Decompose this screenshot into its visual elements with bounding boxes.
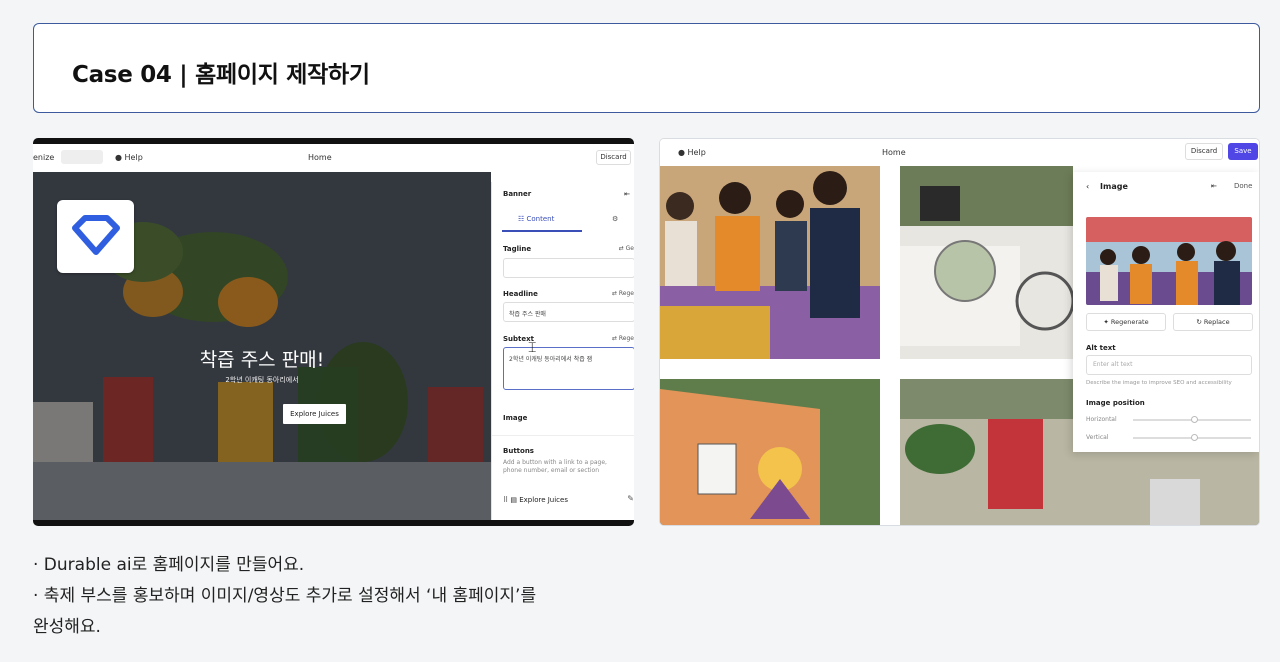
refresh-icon: ↻ xyxy=(1196,318,1202,326)
vertical-slider-knob[interactable] xyxy=(1190,434,1198,441)
save-button[interactable]: Save xyxy=(1228,143,1258,160)
tab-indicator xyxy=(502,230,582,232)
done-button[interactable]: Done xyxy=(1234,182,1252,190)
divider xyxy=(492,435,634,436)
subtext-regenerate[interactable]: ⇄ Rege xyxy=(612,335,634,342)
gallery-image-truck[interactable] xyxy=(660,379,880,525)
discard-button[interactable]: Discard xyxy=(596,150,631,165)
sparkle-icon: ✦ xyxy=(1103,318,1109,326)
headline-label: Headline xyxy=(503,290,538,298)
discard-button[interactable]: Discard xyxy=(1185,143,1223,160)
tab-content[interactable]: ☷ Content xyxy=(518,215,554,223)
headline-input[interactable]: 착즙 주스 판매 xyxy=(503,302,634,322)
page-selector[interactable]: Home xyxy=(308,153,332,162)
help-icon: ● xyxy=(678,148,685,157)
customize-label: enize xyxy=(33,153,55,162)
hero-heading[interactable]: 착즙 주스 판매! xyxy=(33,345,491,372)
subtext-textarea[interactable]: 2학년 이캐팅 동아리에서 착즙 잼 xyxy=(503,347,634,390)
editor-topbar: enize ● Help Home Discard xyxy=(33,144,634,172)
diamond-logo-icon xyxy=(72,215,120,255)
page-selector[interactable]: Home xyxy=(882,148,906,157)
image-edit-panel: ‹ Image ⇤ Done ✦ Regenerate ↻ Replace Al… xyxy=(1073,172,1259,452)
gallery-image-students[interactable] xyxy=(660,166,880,359)
alt-text-input[interactable]: Enter alt text xyxy=(1086,355,1252,375)
alt-text-label: Alt text xyxy=(1086,344,1116,352)
right-screenshot: ● Help Home Discard Save ‹ Image ⇤ Done … xyxy=(659,138,1260,526)
drag-handle-icon[interactable]: ⠿ xyxy=(503,496,508,504)
image-label: Image xyxy=(503,414,528,422)
horizontal-label: Horizontal xyxy=(1086,416,1117,423)
image-position-label: Image position xyxy=(1086,399,1145,407)
help-icon: ● xyxy=(115,153,122,162)
button-icon: ▤ xyxy=(510,496,517,504)
collapse-icon[interactable]: ⇤ xyxy=(624,190,630,198)
title-card: Case 04 | 홈페이지 제작하기 xyxy=(33,23,1260,113)
explore-juices-button[interactable]: Explore Juices xyxy=(283,404,346,424)
vertical-label: Vertical xyxy=(1086,434,1109,441)
tagline-generate[interactable]: ⇄ Ge xyxy=(619,245,634,252)
students-photo xyxy=(660,166,880,359)
logo-badge[interactable] xyxy=(57,200,134,273)
buttons-hint: Add a button with a link to a page, phon… xyxy=(503,459,607,475)
gallery-image-bike-stand[interactable] xyxy=(900,166,1073,359)
left-screenshot: enize ● Help Home Discard 착즙 주스 판매! 2학년 … xyxy=(33,138,634,526)
horizontal-slider[interactable] xyxy=(1133,416,1251,423)
buttons-label: Buttons xyxy=(503,447,534,455)
edit-icon[interactable]: ✎ xyxy=(627,494,634,503)
hero-subtext[interactable]: 2학년 이캐팅 동아리에서 xyxy=(33,375,491,385)
bike-stand-photo xyxy=(900,166,1073,359)
tagline-label: Tagline xyxy=(503,245,532,253)
vertical-slider[interactable] xyxy=(1133,434,1251,441)
food-truck-photo xyxy=(660,379,880,525)
style-tab-icon[interactable]: ⚙ xyxy=(612,215,618,223)
help-link[interactable]: ● Help xyxy=(678,148,706,157)
toolbar-pill[interactable] xyxy=(61,150,103,164)
description: · Durable ai로 홈페이지를 만들어요. · 축제 부스를 홍보하며 … xyxy=(33,550,536,643)
back-chevron-icon[interactable]: ‹ xyxy=(1086,182,1089,191)
hero-banner[interactable]: 착즙 주스 판매! 2학년 이캐팅 동아리에서 Explore Juices xyxy=(33,172,491,520)
tagline-input[interactable] xyxy=(503,258,634,278)
description-line: · Durable ai로 홈페이지를 만들어요. xyxy=(33,555,305,575)
collapse-icon[interactable]: ⇤ xyxy=(1211,182,1217,190)
horizontal-slider-knob[interactable] xyxy=(1190,416,1198,423)
alt-text-hint: Describe the image to improve SEO and ac… xyxy=(1086,380,1232,386)
headline-regenerate[interactable]: ⇄ Rege xyxy=(612,290,634,297)
help-link[interactable]: ● Help xyxy=(115,153,143,162)
alt-text-placeholder: Enter alt text xyxy=(1093,361,1133,368)
regenerate-button[interactable]: ✦ Regenerate xyxy=(1086,313,1166,331)
page-title: Case 04 | 홈페이지 제작하기 xyxy=(72,62,370,88)
students-thumbnail xyxy=(1086,217,1252,305)
replace-button[interactable]: ↻ Replace xyxy=(1173,313,1253,331)
image-preview[interactable] xyxy=(1086,217,1252,305)
panel-section-title: Banner xyxy=(503,190,532,198)
button-list-item[interactable]: ⠿ ▤ Explore Juices xyxy=(503,496,568,504)
description-line: · 축제 부스를 홍보하며 이미지/영상도 추가로 설정해서 ‘내 홈페이지’를 xyxy=(33,586,537,606)
panel-title: Image xyxy=(1100,182,1128,191)
description-line: 완성해요. xyxy=(33,617,101,637)
banner-edit-panel: Banner ⇤ ☷ Content ⚙ Tagline ⇄ Ge Headli… xyxy=(491,182,634,520)
text-cursor-icon: ⌶ xyxy=(528,340,537,356)
editor-topbar: ● Help Home Discard Save xyxy=(660,139,1259,166)
